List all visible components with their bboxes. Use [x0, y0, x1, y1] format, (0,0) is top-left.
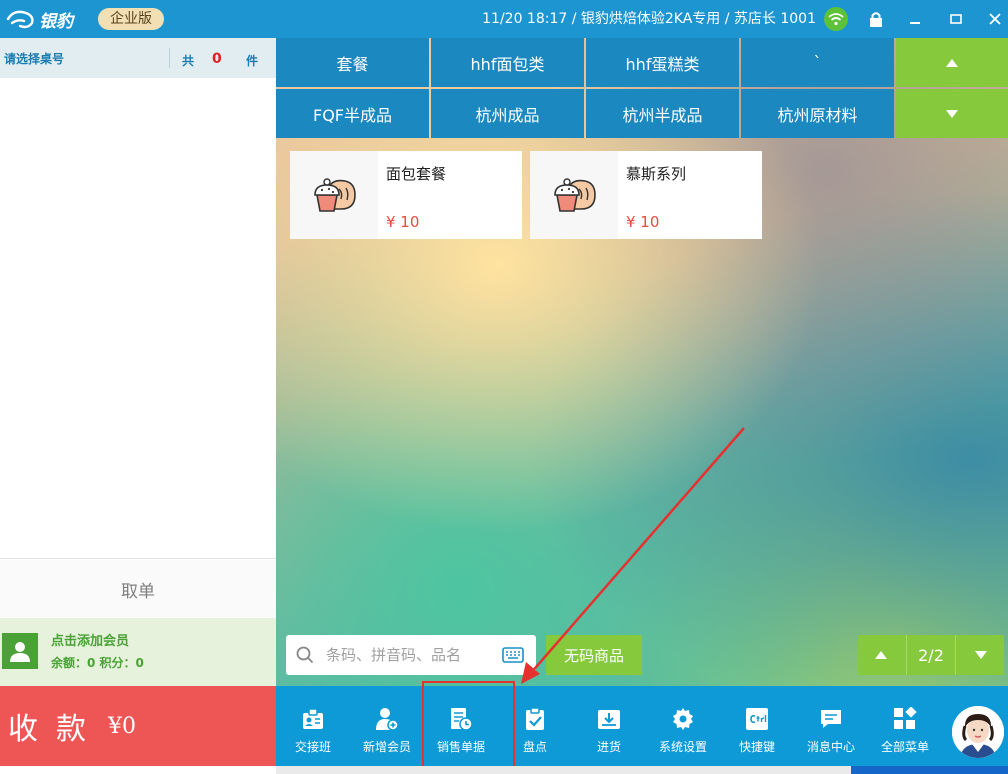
title-bar: 银豹 企业版 11/20 18:17 / 银豹烘焙体验2KA专用 / 苏店长 1… — [0, 0, 1008, 38]
product-price: ¥ 10 — [386, 213, 420, 231]
product-price: ¥ 10 — [626, 213, 660, 231]
product-search-box[interactable] — [286, 635, 536, 675]
category-tab[interactable]: 套餐 — [276, 38, 429, 87]
count-suffix: 件 — [246, 54, 259, 68]
search-input[interactable] — [326, 643, 496, 667]
category-tab[interactable]: 杭州原材料 — [741, 89, 894, 138]
toolbar-add-member-button[interactable]: 新增会员 — [350, 686, 424, 766]
retrieve-order-button[interactable]: 取单 — [0, 560, 276, 618]
category-tab[interactable]: FQF半成品 — [276, 89, 429, 138]
member-balance: 余额：0 积分：0 — [51, 656, 144, 670]
bottom-toolbar: 交接班 新增会员 销售单据 盘点 进货 系统设置 快捷键 消息中心 全部菜单 — [276, 686, 1008, 766]
product-name: 面包套餐 — [386, 165, 447, 183]
item-count: 0 — [212, 51, 222, 67]
inventory-check-icon — [522, 706, 548, 732]
toolbar-label: 消息中心 — [806, 740, 855, 754]
leopard-logo-icon — [6, 10, 34, 29]
lock-icon[interactable] — [867, 10, 885, 28]
toolbar-label: 盘点 — [522, 740, 547, 754]
highlight-box — [422, 681, 515, 768]
member-avatar-icon — [2, 633, 38, 669]
category-up-button[interactable] — [896, 38, 1008, 87]
table-select-header[interactable]: 请选择桌号 共 0 件 — [0, 38, 276, 78]
message-icon — [818, 706, 844, 732]
keyboard-icon[interactable] — [502, 647, 524, 663]
minimize-icon[interactable] — [906, 10, 924, 28]
triangle-down-icon — [975, 651, 987, 659]
app-logo: 银豹 — [6, 8, 73, 32]
bottom-strip-accent — [851, 766, 1008, 774]
category-grid: 套餐 hhf面包类 hhf蛋糕类 ` FQF半成品 杭州成品 杭州半成品 杭州原… — [276, 38, 1008, 138]
member-panel[interactable]: 点击添加会员 余额：0 积分：0 — [0, 618, 276, 686]
page-up-button[interactable] — [858, 635, 904, 675]
left-bottom-strip — [0, 766, 276, 774]
bakery-icon — [290, 151, 378, 239]
product-area: 套餐 hhf面包类 hhf蛋糕类 ` FQF半成品 杭州成品 杭州半成品 杭州原… — [276, 38, 1008, 686]
close-icon[interactable] — [986, 10, 1004, 28]
checkout-label: 收款 — [8, 712, 104, 747]
no-barcode-product-button[interactable]: 无码商品 — [546, 635, 642, 675]
toolbar-label: 进货 — [596, 740, 621, 754]
order-panel: 请选择桌号 共 0 件 取单 点击添加会员 余额：0 积分：0 收款 ¥0 — [0, 38, 276, 774]
toolbar-all-menu-button[interactable]: 全部菜单 — [868, 686, 942, 766]
toolbar-label: 快捷键 — [738, 740, 775, 754]
triangle-down-icon — [946, 109, 958, 118]
add-member-icon — [374, 706, 400, 732]
settings-icon — [670, 706, 696, 732]
maximize-icon[interactable] — [947, 10, 965, 28]
bottom-strip — [276, 766, 1008, 774]
all-menu-icon — [892, 706, 918, 732]
category-tab[interactable]: 杭州成品 — [431, 89, 584, 138]
toolbar-label: 全部菜单 — [880, 740, 929, 754]
store-status: 11/20 18:17 / 银豹烘焙体验2KA专用 / 苏店长 1001 — [482, 11, 816, 27]
search-icon — [296, 646, 314, 664]
customer-service-avatar[interactable] — [952, 706, 1004, 758]
toolbar-shortcut-button[interactable]: 快捷键 — [720, 686, 794, 766]
triangle-up-icon — [946, 58, 958, 67]
toolbar-message-button[interactable]: 消息中心 — [794, 686, 868, 766]
header-divider — [169, 48, 170, 68]
toolbar-stock-in-button[interactable]: 进货 — [572, 686, 646, 766]
product-pager: 2/2 — [858, 635, 1004, 675]
stock-in-icon — [596, 706, 622, 732]
page-indicator: 2/2 — [906, 635, 956, 675]
product-name: 慕斯系列 — [626, 165, 687, 183]
bakery-icon — [530, 151, 618, 239]
shortcut-icon — [744, 706, 770, 732]
category-tab[interactable]: hhf面包类 — [431, 38, 584, 87]
checkout-button[interactable]: 收款 ¥0 — [0, 686, 276, 766]
logo-text: 银豹 — [39, 11, 73, 32]
toolbar-settings-button[interactable]: 系统设置 — [646, 686, 720, 766]
toolbar-label: 系统设置 — [658, 740, 707, 754]
toolbar-label: 新增会员 — [362, 740, 411, 754]
toolbar-shift-button[interactable]: 交接班 — [276, 686, 350, 766]
product-card[interactable]: 慕斯系列 ¥ 10 — [530, 151, 762, 239]
count-prefix: 共 — [182, 54, 195, 68]
add-member-link[interactable]: 点击添加会员 — [51, 630, 129, 649]
category-down-button[interactable] — [896, 89, 1008, 138]
triangle-up-icon — [875, 651, 887, 659]
category-tab[interactable]: ` — [741, 38, 894, 87]
edition-badge: 企业版 — [98, 8, 164, 30]
table-select-label[interactable]: 请选择桌号 — [4, 50, 64, 67]
category-tab[interactable]: hhf蛋糕类 — [586, 38, 739, 87]
category-tab[interactable]: 杭州半成品 — [586, 89, 739, 138]
wifi-icon[interactable] — [824, 7, 848, 31]
checkout-amount: ¥0 — [108, 713, 136, 739]
toolbar-label: 交接班 — [294, 740, 331, 754]
order-item-list — [0, 78, 276, 559]
shift-icon — [300, 706, 326, 732]
page-down-button[interactable] — [958, 635, 1004, 675]
product-card[interactable]: 面包套餐 ¥ 10 — [290, 151, 522, 239]
